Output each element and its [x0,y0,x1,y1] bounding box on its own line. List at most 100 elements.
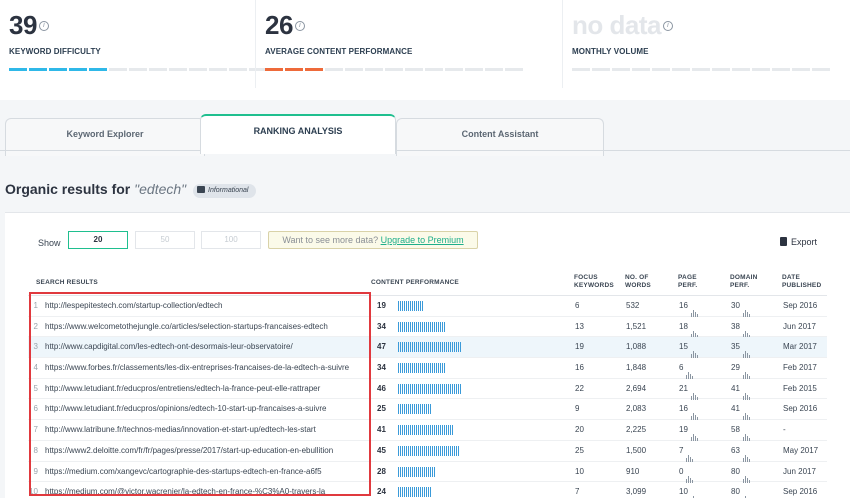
focus-keywords-count: 20 [575,420,584,440]
content-performance-bar [265,68,523,71]
bar-segment [9,68,27,71]
col-search-results[interactable]: SEARCH RESULTS [36,279,98,287]
result-url-link[interactable]: https://www.welcometothejungle.co/articl… [45,317,363,337]
bar-chart-icon[interactable] [686,463,694,483]
result-url-link-text: https://medium.com/@victor.wacrenier/la-… [45,487,326,497]
date-published-text: Sep 2016 [783,404,818,414]
bar-chart-icon[interactable] [742,297,751,317]
bar-chart-icon[interactable] [742,318,751,338]
bar-chart-icon[interactable] [690,380,699,400]
table-row[interactable]: 3 http://www.capdigital.com/les-edtech-on… [28,337,827,359]
page-performance-text: 16 [679,301,688,310]
bar-chart-icon[interactable] [690,421,699,442]
col-words[interactable]: NO. OF WORDS [625,274,651,290]
table-row[interactable]: 1 http://lespepitestech.com/startup-colle… [28,296,827,317]
col-page-perf[interactable]: PAGE PERF. [678,274,697,290]
result-url-link[interactable]: http://www.letudiant.fr/educpros/entreti… [45,379,363,399]
word-count-text: 2,694 [626,383,647,393]
result-url-link[interactable]: https://www2.deloitte.com/fr/fr/pages/pr… [45,441,363,461]
content-performance-value: 26 [265,10,293,40]
page-performance: 16 [679,399,699,421]
bar-chart-icon[interactable] [690,297,699,317]
domain-performance: 80 [731,462,751,483]
upgrade-link[interactable]: Upgrade to Premium [381,235,464,245]
content-performance-score-text: 45 [377,445,386,455]
table-row[interactable]: 4 https://www.forbes.fr/classements/les-d… [28,358,827,380]
table-row[interactable]: 6 http://www.letudiant.fr/educpros/opinio… [28,399,827,421]
content-performance-label: AVERAGE CONTENT PERFORMANCE [265,47,413,56]
result-url-link[interactable]: https://medium.com/@victor.wacrenier/la-… [45,482,363,498]
export-button[interactable]: Export [780,237,817,247]
bar-chart-icon[interactable] [742,442,751,462]
show-100-option[interactable]: 100 [201,231,261,249]
page-performance-text: 10 [679,487,688,497]
result-url-link[interactable]: http://lespepitestech.com/startup-collec… [45,296,363,316]
result-url-link[interactable]: http://www.latribune.fr/technos-medias/i… [45,420,363,440]
content-performance-metric: 26 i AVERAGE CONTENT PERFORMANCE [265,10,523,71]
info-icon[interactable]: i [662,20,673,31]
tab-ranking-analysis[interactable]: RANKING ANALYSIS [200,114,396,154]
result-url-link[interactable]: https://www.forbes.fr/classements/les-di… [45,358,363,378]
info-icon[interactable]: i [38,20,49,31]
table-row[interactable]: 9 https://medium.com/xangevc/cartographie… [28,462,827,483]
result-url-link-text: http://www.latribune.fr/technos-medias/i… [45,425,316,435]
col-date-published[interactable]: DATE PUBLISHED [782,274,821,290]
bar-chart-icon[interactable] [742,421,751,442]
domain-performance: 35 [731,337,751,359]
table-row[interactable]: 8 https://www2.deloitte.com/fr/fr/pages/p… [28,441,827,462]
bar-chart-icon[interactable] [686,442,694,462]
content-performance-bar [398,363,445,374]
bar-segment [612,68,630,71]
bar-chart-icon[interactable] [742,400,751,421]
bar-chart-icon[interactable] [742,338,751,359]
col-content-performance[interactable]: CONTENT PERFORMANCE [371,279,459,287]
domain-performance: 41 [731,399,751,421]
bar-chart-icon[interactable] [690,400,699,421]
page-performance: 18 [679,317,699,338]
bar-chart-icon[interactable] [686,359,694,380]
table-row[interactable]: 7 http://www.latribune.fr/technos-medias/… [28,420,827,442]
date-published-text: Sep 2016 [783,301,818,310]
date-published: Feb 2015 [783,379,817,399]
bar-segment [572,68,590,71]
export-label: Export [791,237,818,247]
bar-segment [69,68,87,71]
content-performance-score-text: 24 [377,487,386,497]
bar-segment [189,68,207,71]
result-url-link[interactable]: http://www.capdigital.com/les-edtech-ont… [45,337,363,357]
bar-chart-icon[interactable] [742,359,751,380]
bar-segment [365,68,383,71]
domain-performance-text: 29 [731,363,740,373]
domain-performance: 80 [731,482,751,498]
info-icon[interactable]: i [294,20,305,31]
col-focus-keywords[interactable]: FOCUS KEYWORDS [574,274,614,290]
focus-keywords-count: 25 [575,441,584,461]
page-performance: 19 [679,420,699,442]
table-row[interactable]: 5 http://www.letudiant.fr/educpros/entret… [28,379,827,400]
focus-keywords-count: 19 [575,337,584,357]
page-performance: 21 [679,379,699,400]
bar-chart-icon[interactable] [742,380,751,400]
bar-chart-icon[interactable] [690,318,699,338]
bar-segment [592,68,610,71]
result-url-link[interactable]: https://medium.com/xangevc/cartographie-… [45,462,363,482]
show-20-option[interactable]: 20 [68,231,128,249]
row-index-text: 9 [33,466,38,476]
row-index: 2 [28,317,38,337]
bar-chart-icon[interactable] [690,338,699,359]
bar-chart-icon[interactable] [691,483,699,498]
bar-chart-icon[interactable] [743,483,751,498]
tab-bar: Keyword Explorer RANKING ANALYSIS Conten… [0,112,850,156]
date-published-text: - [783,425,786,435]
keyword-difficulty-bar [9,68,267,71]
bar-chart-icon[interactable] [742,463,751,483]
table-row[interactable]: 10 https://medium.com/@victor.wacrenier/l… [28,482,827,498]
bar-segment [129,68,147,71]
table-row[interactable]: 2 https://www.welcometothejungle.co/artic… [28,317,827,338]
date-published: May 2017 [783,441,818,461]
result-url-link[interactable]: http://www.letudiant.fr/educpros/opinion… [45,399,363,419]
focus-keywords-count-text: 10 [575,466,584,476]
metrics-panel: 39 i KEYWORD DIFFICULTY 26 i AVERAGE CONTE… [0,0,850,100]
col-domain-perf[interactable]: DOMAIN PERF. [730,274,758,290]
show-50-option[interactable]: 50 [135,231,195,249]
